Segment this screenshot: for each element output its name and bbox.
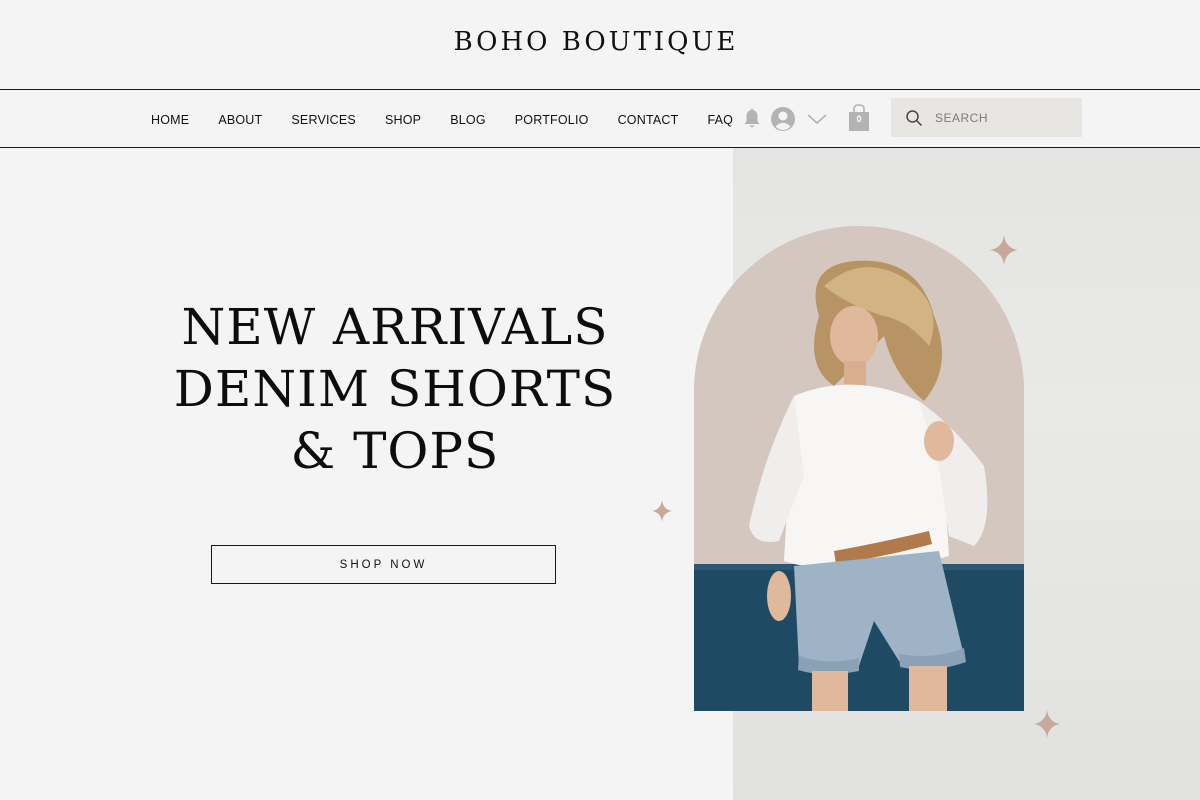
sparkle-icon [1034,710,1060,738]
shop-now-button[interactable]: SHOP NOW [211,545,556,584]
sparkle-icon [652,500,672,522]
brand-header: BOHO BOUTIQUE [0,0,1200,89]
nav-about[interactable]: ABOUT [218,113,262,127]
sparkle-icon [990,235,1018,265]
search-box[interactable] [891,98,1082,137]
shopping-bag-icon[interactable]: 0 [847,104,871,132]
site-logo[interactable]: BOHO BOUTIQUE [0,27,1192,57]
search-icon [906,109,923,126]
nav-home[interactable]: HOME [151,113,189,127]
hero-headline: NEW ARRIVALS DENIM SHORTS & TOPS [100,296,690,482]
cart-count: 0 [856,114,862,124]
main-nav: HOME ABOUT SERVICES SHOP BLOG PORTFOLIO … [136,110,762,130]
hero-model-photo [694,226,1024,711]
nav-contact[interactable]: CONTACT [618,113,679,127]
nav-services[interactable]: SERVICES [291,113,356,127]
avatar-icon[interactable] [770,106,796,132]
nav-portfolio[interactable]: PORTFOLIO [515,113,589,127]
bell-icon[interactable] [742,108,762,130]
nav-shop[interactable]: SHOP [385,113,421,127]
headline-line-2: DENIM SHORTS [173,360,617,418]
chevron-down-icon[interactable] [806,112,828,126]
headline-line-3: & TOPS [290,422,500,480]
nav-faq[interactable]: FAQ [707,113,733,127]
nav-blog[interactable]: BLOG [450,113,486,127]
search-input[interactable] [933,109,1077,126]
header-divider-top [0,89,1200,90]
headline-line-1: NEW ARRIVALS [181,298,609,356]
